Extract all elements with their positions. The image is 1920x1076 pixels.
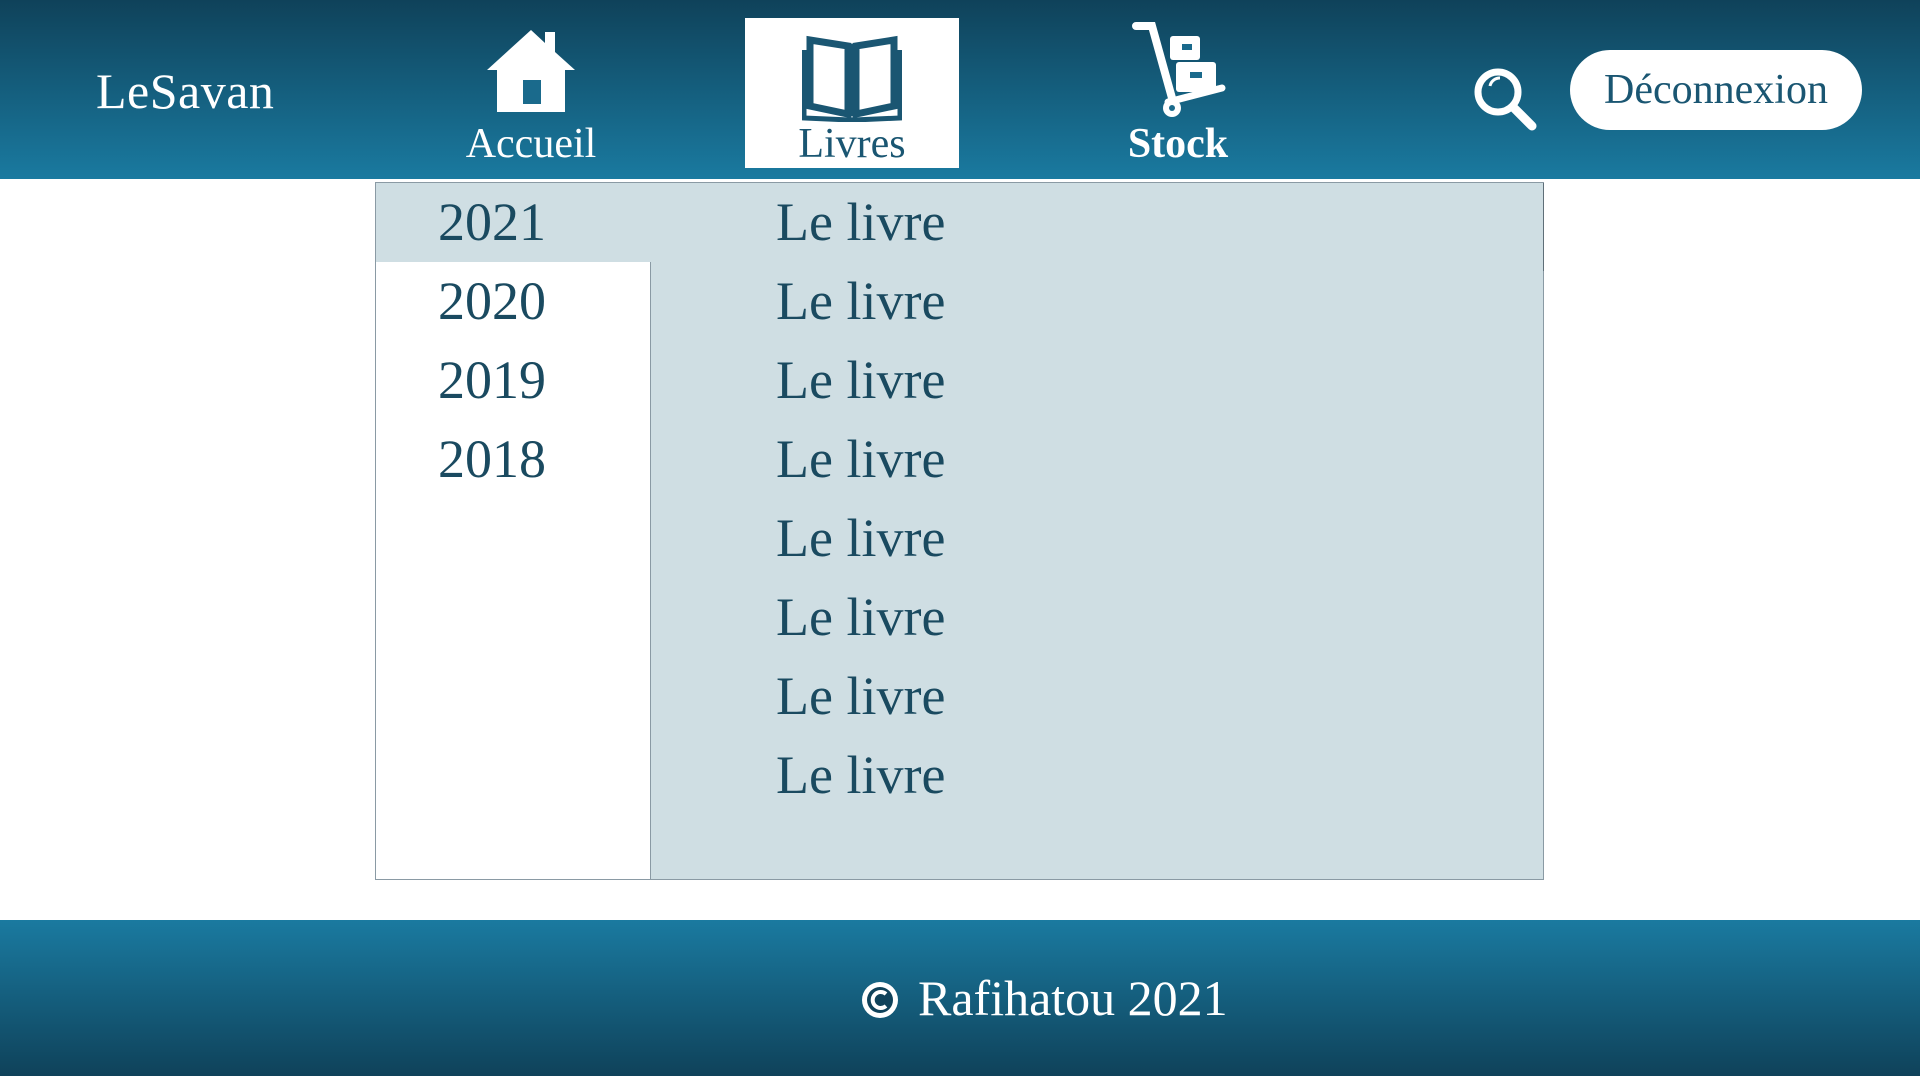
nav-item-livres[interactable]: Livres (745, 18, 959, 168)
book-item[interactable]: Le livre (776, 183, 945, 262)
footer: Rafihatou 2021 (0, 920, 1920, 1076)
panel-edge-divider (1543, 183, 1544, 271)
nav-label-accueil: Accueil (465, 121, 597, 167)
brand-logo[interactable]: LeSavan (96, 62, 274, 120)
hand-truck-icon (1132, 22, 1226, 117)
nav-label-livres: Livres (798, 121, 906, 167)
nav-item-stock[interactable]: Stock (1071, 18, 1285, 168)
book-item[interactable]: Le livre (776, 657, 945, 736)
home-icon (487, 30, 575, 112)
copyright-icon (862, 981, 898, 1018)
book-item[interactable]: Le livre (776, 420, 945, 499)
copyright-notice: Rafihatou 2021 (860, 970, 1228, 1026)
year-item-2021[interactable]: 2021 (376, 183, 651, 262)
book-item[interactable]: Le livre (776, 736, 945, 815)
year-list: 2021 2020 2019 2018 (376, 183, 651, 879)
search-button[interactable] (1470, 64, 1540, 134)
page: LeSavan Accueil Livres Stock Déconnexion… (0, 0, 1920, 1076)
book-item[interactable]: Le livre (776, 262, 945, 341)
year-item-2020[interactable]: 2020 (376, 262, 651, 341)
book-icon (802, 35, 902, 122)
nav-item-accueil[interactable]: Accueil (424, 18, 638, 168)
nav-label-stock: Stock (1127, 121, 1229, 167)
books-panel: 2021 2020 2019 2018 Le livre Le livre Le… (375, 182, 1544, 880)
year-item-2018[interactable]: 2018 (376, 420, 651, 499)
logout-button[interactable]: Déconnexion (1570, 50, 1862, 130)
book-item[interactable]: Le livre (776, 499, 945, 578)
year-item-2019[interactable]: 2019 (376, 341, 651, 420)
book-item[interactable]: Le livre (776, 341, 945, 420)
book-item[interactable]: Le livre (776, 578, 945, 657)
search-icon (1474, 68, 1537, 131)
copyright-text: Rafihatou 2021 (918, 970, 1228, 1026)
top-navbar: LeSavan Accueil Livres Stock Déconnexion (0, 0, 1920, 179)
book-list: Le livre Le livre Le livre Le livre Le l… (651, 183, 1543, 879)
